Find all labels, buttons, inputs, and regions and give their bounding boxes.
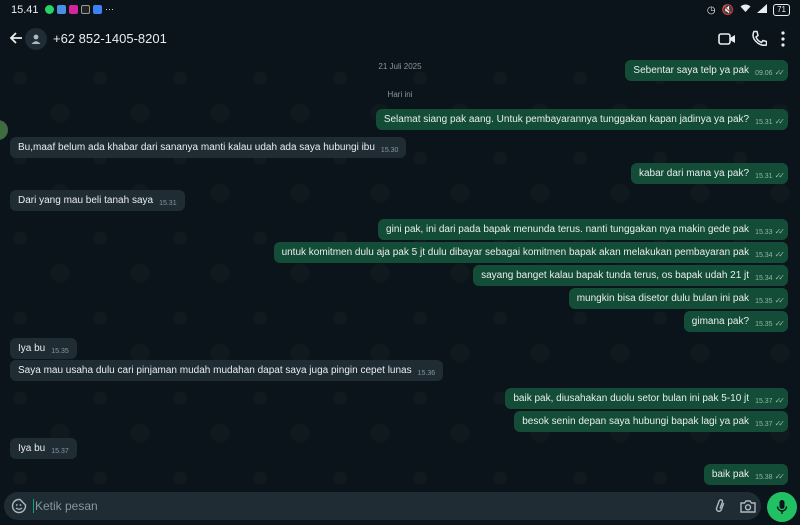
video-call-icon[interactable] bbox=[718, 31, 736, 47]
message-time: 15.37 bbox=[755, 398, 773, 405]
message-text: besok senin depan saya hubungi bapak lag… bbox=[522, 416, 750, 427]
message-time: 15.35 bbox=[51, 348, 69, 355]
message-text: Sebentar saya telp ya pak bbox=[633, 65, 750, 76]
message-time: 15.37 bbox=[51, 448, 69, 455]
side-avatar bbox=[0, 120, 8, 140]
message-time: 15.31 bbox=[755, 119, 773, 126]
message-text: kabar dari mana ya pak? bbox=[638, 168, 750, 179]
notification-icons: ··· bbox=[45, 5, 114, 14]
message-time: 15.35 bbox=[755, 298, 773, 305]
message-time: 15.30 bbox=[380, 147, 399, 154]
contact-avatar[interactable] bbox=[25, 28, 47, 50]
message-bubble[interactable]: baik pak, diusahakan duolu setor bulan i… bbox=[505, 388, 788, 409]
alarm-icon: ◷ bbox=[706, 4, 716, 16]
message-text: baik pak bbox=[711, 469, 750, 480]
message-text: baik pak, diusahakan duolu setor bulan i… bbox=[513, 393, 750, 404]
message-bubble[interactable]: gimana pak? 15.35 ✓✓ bbox=[683, 311, 788, 332]
read-receipt-icon: ✓✓ bbox=[774, 250, 786, 259]
message-time: 09.06 bbox=[755, 70, 773, 77]
message-text: gini pak, ini dari pada bapak menunda te… bbox=[386, 224, 750, 235]
message-text: mungkin bisa disetor dulu bulan ini pak bbox=[576, 293, 750, 304]
message-bubble[interactable]: kabar dari mana ya pak? 15.31 ✓✓ bbox=[630, 163, 788, 184]
message-text: Iya bu bbox=[18, 343, 46, 354]
status-bar: 15.41 ··· ◷ 🔇 71 bbox=[0, 0, 800, 20]
date-divider: 21 Juli 2025 bbox=[378, 62, 422, 71]
read-receipt-icon: ✓✓ bbox=[774, 419, 786, 428]
message-bubble[interactable]: Iya bu 15.37 bbox=[10, 438, 77, 459]
contact-name[interactable]: +62 852-1405-8201 bbox=[53, 31, 167, 46]
voice-message-button[interactable] bbox=[767, 492, 797, 522]
message-bubble[interactable]: untuk komitmen dulu aja pak 5 jt dulu di… bbox=[273, 242, 788, 263]
status-time: 15.41 bbox=[11, 4, 39, 16]
read-receipt-icon: ✓✓ bbox=[774, 472, 786, 481]
message-time: 15.33 bbox=[755, 229, 773, 236]
message-time: 15.34 bbox=[755, 275, 773, 282]
text-caret bbox=[33, 499, 34, 513]
message-time: 15.37 bbox=[755, 421, 773, 428]
message-bubble[interactable]: Saya mau usaha dulu cari pinjaman mudah … bbox=[10, 360, 444, 381]
status-right: ◷ 🔇 71 bbox=[707, 4, 790, 16]
instagram-icon bbox=[69, 5, 78, 14]
microphone-icon bbox=[776, 500, 788, 514]
battery-indicator: 71 bbox=[773, 4, 790, 16]
message-time: 15.31 bbox=[159, 200, 177, 207]
message-bubble[interactable]: Bu,maaf belum ada khabar dari sananya ma… bbox=[10, 137, 407, 158]
message-time: 15.35 bbox=[755, 321, 773, 328]
tiktok-icon bbox=[81, 5, 90, 14]
chat-icon bbox=[93, 5, 102, 14]
message-text: untuk komitmen dulu aja pak 5 jt dulu di… bbox=[281, 247, 750, 258]
message-bubble[interactable]: Sebentar saya telp ya pak 09.06 ✓✓ bbox=[625, 60, 788, 81]
sticker-emoji-icon[interactable] bbox=[11, 498, 27, 514]
message-text: Bu,maaf belum ada khabar dari sananya ma… bbox=[18, 142, 375, 153]
mute-icon: 🔇 bbox=[721, 4, 735, 16]
read-receipt-icon: ✓✓ bbox=[774, 68, 786, 77]
more-notifications: ··· bbox=[105, 4, 114, 14]
message-time: 15.36 bbox=[417, 370, 436, 377]
message-text: Selamat siang pak aang. Untuk pembayaran… bbox=[383, 114, 750, 125]
read-receipt-icon: ✓✓ bbox=[774, 227, 786, 236]
camera-icon[interactable] bbox=[740, 499, 756, 513]
read-receipt-icon: ✓✓ bbox=[774, 273, 786, 282]
today-divider: Hari ini bbox=[387, 90, 413, 99]
back-arrow-icon[interactable] bbox=[8, 30, 24, 46]
wifi-icon bbox=[740, 4, 751, 16]
message-composer[interactable]: Ketik pesan bbox=[4, 492, 761, 520]
attachment-icon[interactable] bbox=[713, 498, 727, 514]
person-icon bbox=[31, 34, 41, 44]
whatsapp-icon bbox=[45, 5, 54, 14]
message-text: Dari yang mau beli tanah saya bbox=[18, 195, 154, 206]
message-time: 15.31 bbox=[755, 173, 773, 180]
read-receipt-icon: ✓✓ bbox=[774, 396, 786, 405]
voice-call-icon[interactable] bbox=[751, 30, 767, 48]
more-options-icon[interactable] bbox=[780, 30, 786, 48]
message-text: Saya mau usaha dulu cari pinjaman mudah … bbox=[18, 365, 412, 376]
message-bubble[interactable]: gini pak, ini dari pada bapak menunda te… bbox=[378, 219, 788, 240]
message-bubble[interactable]: besok senin depan saya hubungi bapak lag… bbox=[514, 411, 788, 432]
message-text: gimana pak? bbox=[691, 316, 750, 327]
message-bubble[interactable]: mungkin bisa disetor dulu bulan ini pak 1… bbox=[568, 288, 788, 309]
message-bubble[interactable]: Dari yang mau beli tanah saya 15.31 bbox=[10, 190, 185, 211]
message-bubble[interactable]: baik pak 15.38 ✓✓ bbox=[703, 464, 788, 485]
message-text: sayang banget kalau bapak tunda terus, o… bbox=[481, 270, 750, 281]
signal-icon bbox=[757, 4, 768, 16]
message-time: 15.38 bbox=[755, 474, 773, 481]
message-bubble[interactable]: sayang banget kalau bapak tunda terus, o… bbox=[473, 265, 788, 286]
message-bubble[interactable]: Iya bu 15.35 bbox=[10, 338, 77, 359]
message-time: 15.34 bbox=[755, 252, 773, 259]
message-list[interactable]: 21 Juli 2025 Hari ini Sebentar saya telp… bbox=[0, 58, 800, 488]
message-bubble[interactable]: Selamat siang pak aang. Untuk pembayaran… bbox=[375, 109, 788, 130]
read-receipt-icon: ✓✓ bbox=[774, 296, 786, 305]
message-text: Iya bu bbox=[18, 443, 46, 454]
files-icon bbox=[57, 5, 66, 14]
chat-header: +62 852-1405-8201 bbox=[0, 20, 800, 58]
read-receipt-icon: ✓✓ bbox=[774, 117, 786, 126]
message-input[interactable]: Ketik pesan bbox=[35, 499, 98, 513]
read-receipt-icon: ✓✓ bbox=[774, 171, 786, 180]
read-receipt-icon: ✓✓ bbox=[774, 319, 786, 328]
